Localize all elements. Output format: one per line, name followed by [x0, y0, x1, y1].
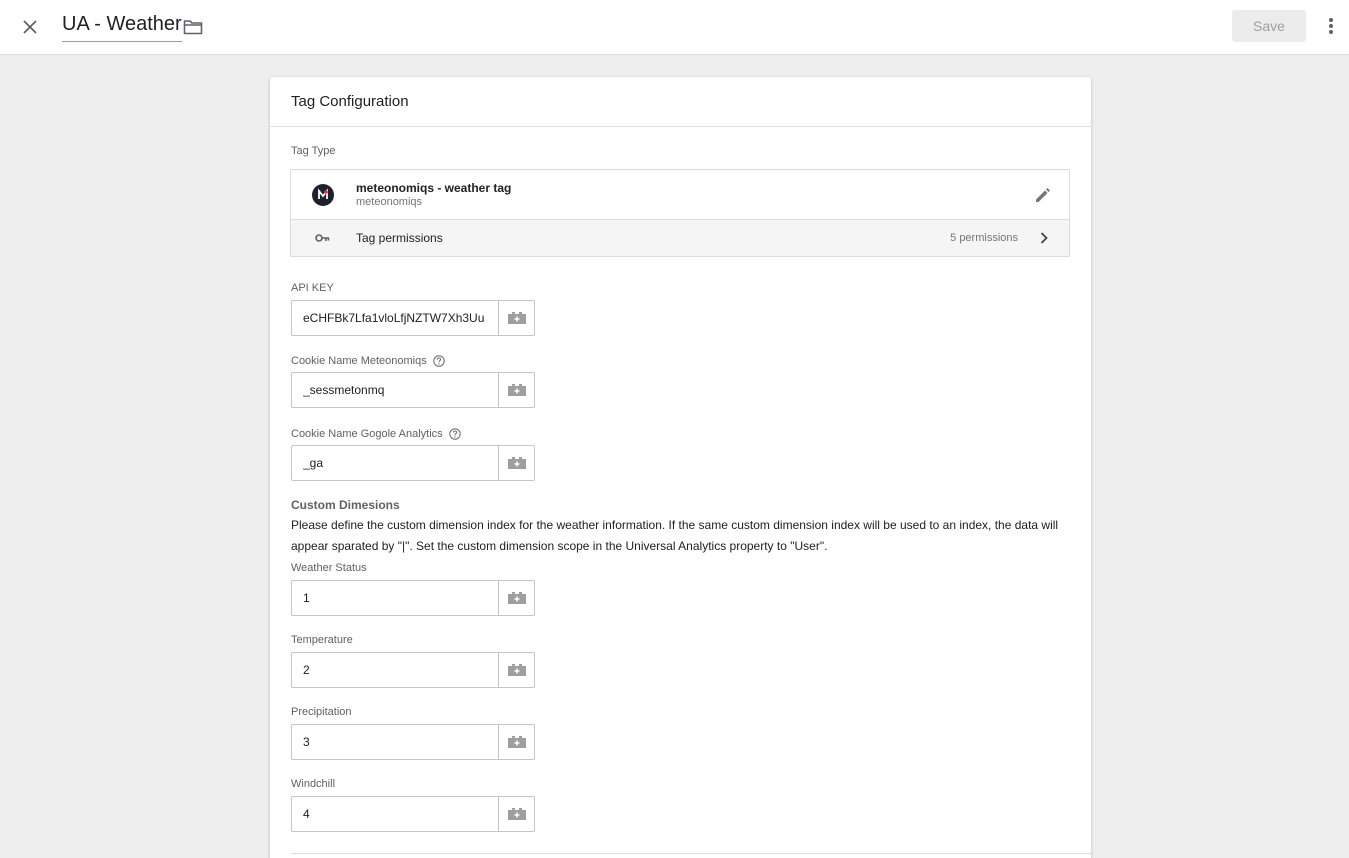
variable-picker-icon[interactable]	[498, 580, 535, 616]
more-vert-icon[interactable]	[1318, 12, 1344, 40]
api-key-label: API KEY	[291, 282, 334, 294]
variable-picker-icon[interactable]	[498, 372, 535, 408]
save-button[interactable]: Save	[1232, 10, 1306, 42]
close-icon[interactable]	[14, 11, 46, 43]
tag-permissions-label: Tag permissions	[356, 231, 443, 245]
precipitation-input[interactable]	[291, 724, 498, 760]
windchill-field	[291, 796, 535, 832]
top-bar: UA - Weather Save	[0, 0, 1349, 55]
help-icon[interactable]	[433, 354, 446, 367]
cookie-name-meteonomiqs-input[interactable]	[291, 372, 498, 408]
tag-type-vendor: meteonomiqs	[356, 196, 423, 208]
cookie-name-ga-field	[291, 445, 535, 481]
tag-type-box: meteonomiqs - weather tag meteonomiqs Ta…	[290, 169, 1070, 257]
windchill-label: Windchill	[291, 778, 336, 790]
weather-status-label: Weather Status	[291, 562, 367, 574]
cookie-name-ga-input[interactable]	[291, 445, 498, 481]
temperature-field	[291, 652, 535, 688]
cookie-name-meteonomiqs-label: Cookie Name Meteonomiqs	[291, 354, 446, 367]
weather-status-input[interactable]	[291, 580, 498, 616]
tag-type-label: Tag Type	[291, 145, 336, 157]
meteonomiqs-logo-icon	[312, 184, 334, 206]
card-title: Tag Configuration	[270, 77, 1091, 127]
variable-picker-icon[interactable]	[498, 724, 535, 760]
tag-name-title[interactable]: UA - Weather	[62, 13, 182, 42]
tag-configuration-card: Tag Configuration Tag Type meteonomiqs -…	[270, 77, 1091, 858]
precipitation-field	[291, 724, 535, 760]
key-icon	[315, 231, 331, 245]
help-icon[interactable]	[449, 427, 462, 440]
precipitation-label: Precipitation	[291, 706, 352, 718]
permissions-count: 5 permissions	[950, 232, 1018, 244]
custom-dimensions-heading: Custom Dimesions	[291, 498, 400, 512]
api-key-field	[291, 300, 535, 336]
custom-dimensions-description: Please define the custom dimension index…	[291, 518, 1059, 553]
api-key-input[interactable]	[291, 300, 498, 336]
cookie-name-ga-label: Cookie Name Gogole Analytics	[291, 427, 462, 440]
variable-picker-icon[interactable]	[498, 300, 535, 336]
variable-picker-icon[interactable]	[498, 445, 535, 481]
weather-status-field	[291, 580, 535, 616]
windchill-input[interactable]	[291, 796, 498, 832]
folder-icon[interactable]	[180, 14, 206, 40]
cookie-name-meteonomiqs-field	[291, 372, 535, 408]
chevron-right-icon	[1036, 230, 1052, 246]
tag-type-row[interactable]: meteonomiqs - weather tag meteonomiqs	[291, 170, 1069, 220]
section-divider	[291, 853, 1091, 854]
variable-picker-icon[interactable]	[498, 796, 535, 832]
edit-pencil-icon[interactable]	[1032, 184, 1054, 206]
temperature-input[interactable]	[291, 652, 498, 688]
variable-picker-icon[interactable]	[498, 652, 535, 688]
temperature-label: Temperature	[291, 634, 353, 646]
tag-type-name: meteonomiqs - weather tag	[356, 181, 512, 195]
tag-permissions-row[interactable]: Tag permissions 5 permissions	[291, 220, 1069, 256]
